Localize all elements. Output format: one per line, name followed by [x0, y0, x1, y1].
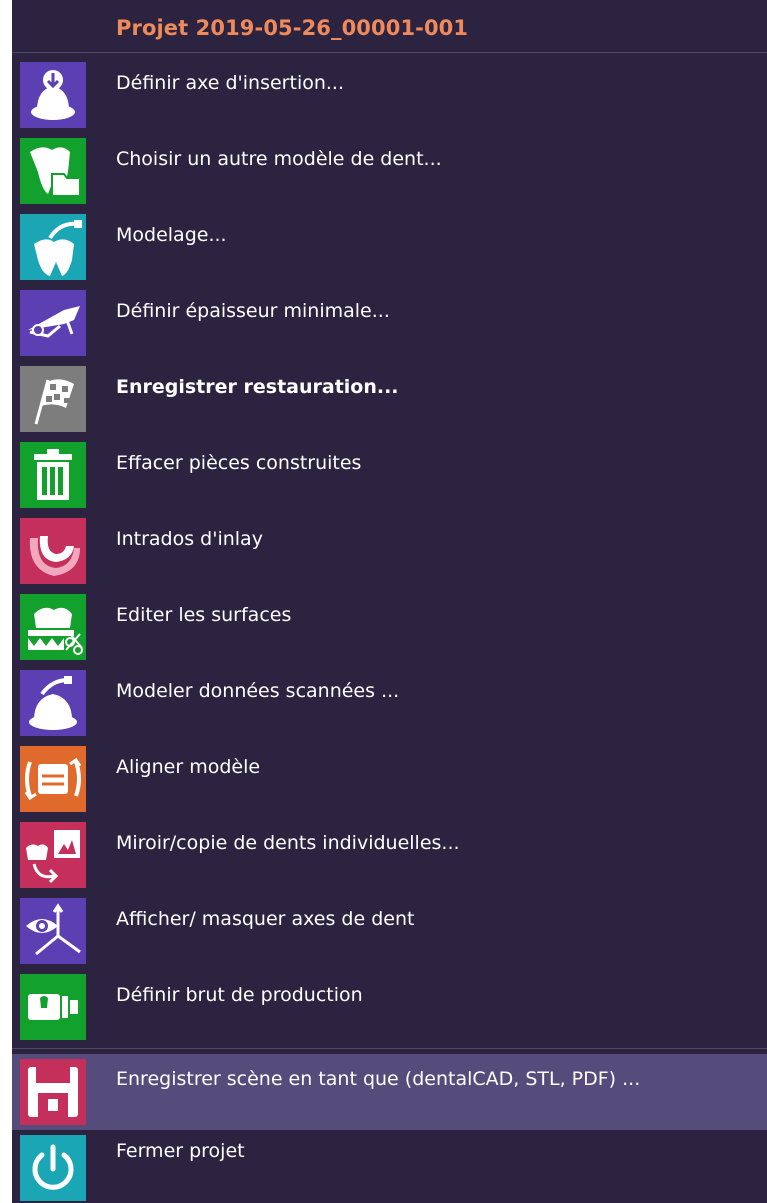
menu-item-label: Effacer pièces construites [116, 452, 362, 474]
menu-item-label: Fermer projet [116, 1140, 245, 1162]
menu-item-choose-tooth-model[interactable]: Choisir un autre modèle de dent... [12, 134, 767, 208]
eye-axes-icon [20, 898, 86, 964]
menu-item-model-scan-data[interactable]: Modeler données scannées ... [12, 666, 767, 740]
production-blank-icon [20, 974, 86, 1040]
surface-scissors-icon [20, 594, 86, 660]
menu-item-label: Modeler données scannées ... [116, 680, 400, 702]
menu-item-label: Définir brut de production [116, 984, 363, 1006]
menu-item-save-restoration[interactable]: Enregistrer restauration... [12, 362, 767, 436]
menu-item-label: Enregistrer restauration... [116, 376, 399, 398]
menu-item-insertion-axis[interactable]: Définir axe d'insertion... [12, 58, 767, 132]
title-divider [12, 52, 767, 53]
menu-item-close-project[interactable]: Fermer projet [12, 1132, 767, 1203]
save-floppy-icon [20, 1059, 86, 1125]
menu-item-delete-parts[interactable]: Effacer pièces construites [12, 438, 767, 512]
menu-item-inlay-intrados[interactable]: Intrados d'inlay [12, 514, 767, 588]
trash-icon [20, 442, 86, 508]
tooth-modeling-icon [20, 214, 86, 280]
menu-item-min-thickness[interactable]: Définir épaisseur minimale... [12, 286, 767, 360]
mirror-copy-icon [20, 822, 86, 888]
power-icon [20, 1135, 86, 1201]
menu-item-edit-surfaces[interactable]: Editer les surfaces [12, 590, 767, 664]
scan-modeling-icon [20, 670, 86, 736]
menu-item-production-blank[interactable]: Définir brut de production [12, 970, 767, 1044]
menu-item-label: Editer les surfaces [116, 604, 292, 626]
menu-item-label: Intrados d'inlay [116, 528, 263, 550]
menu-item-label: Enregistrer scène en tant que (dentalCAD… [116, 1068, 641, 1090]
menu-item-align-model[interactable]: Aligner modèle [12, 742, 767, 816]
menu-item-modeling[interactable]: Modelage... [12, 210, 767, 284]
menu-item-label: Miroir/copie de dents individuelles... [116, 832, 460, 854]
menu-item-label: Définir axe d'insertion... [116, 72, 345, 94]
tooth-folder-icon [20, 138, 86, 204]
menu-item-label: Choisir un autre modèle de dent... [116, 148, 442, 170]
menu-item-toggle-tooth-axes[interactable]: Afficher/ masquer axes de dent [12, 894, 767, 968]
inlay-intrados-icon [20, 518, 86, 584]
align-model-icon [20, 746, 86, 812]
menu-item-label: Définir épaisseur minimale... [116, 300, 390, 322]
context-menu: Projet 2019-05-26_00001-001 Définir axe … [12, 0, 767, 1203]
thickness-caliper-icon [20, 290, 86, 356]
menu-item-save-scene-as[interactable]: Enregistrer scène en tant que (dentalCAD… [12, 1054, 767, 1130]
menu-item-mirror-copy[interactable]: Miroir/copie de dents individuelles... [12, 818, 767, 892]
insertion-axis-icon [20, 62, 86, 128]
menu-item-label: Afficher/ masquer axes de dent [116, 908, 415, 930]
menu-title: Projet 2019-05-26_00001-001 [116, 16, 469, 40]
menu-item-label: Aligner modèle [116, 756, 261, 778]
footer-divider [12, 1048, 767, 1049]
menu-item-label: Modelage... [116, 224, 227, 246]
checkered-flag-icon [20, 366, 86, 432]
